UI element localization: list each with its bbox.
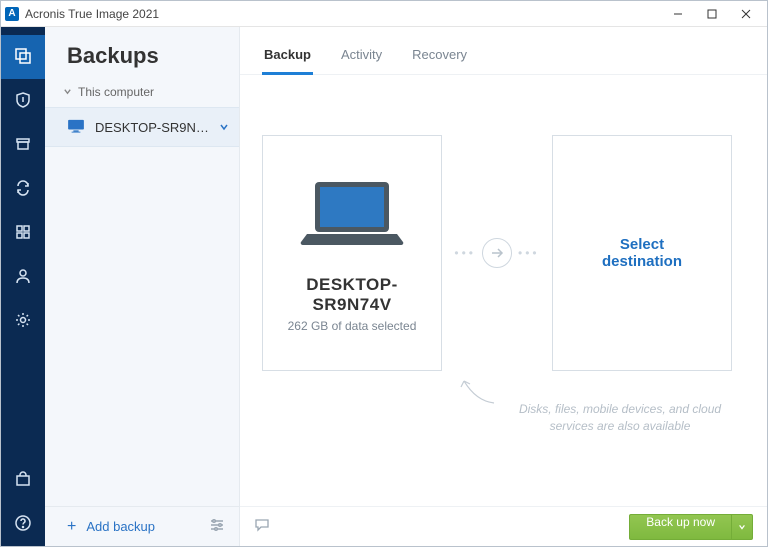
nav-archive[interactable]	[1, 123, 45, 167]
hint-arrow-icon	[456, 375, 496, 405]
titlebar: A Acronis True Image 2021	[1, 1, 767, 27]
arrow-right-icon	[482, 238, 512, 268]
backup-group-header[interactable]: This computer	[45, 81, 239, 107]
chat-icon	[254, 520, 270, 535]
backup-list-item[interactable]: DESKTOP-SR9N74V	[45, 107, 239, 147]
nav-help[interactable]	[1, 502, 45, 546]
maximize-button[interactable]	[695, 1, 729, 26]
bag-icon	[14, 470, 32, 491]
dest-line1: Select	[620, 236, 664, 253]
laptop-icon	[297, 174, 407, 257]
chevron-down-icon	[738, 519, 746, 534]
backup-now-dropdown[interactable]	[731, 514, 753, 540]
backup-source-card[interactable]: DESKTOP-SR9N74V 262 GB of data selected	[262, 135, 442, 371]
monitor-icon	[67, 119, 85, 136]
grid-icon	[14, 223, 32, 244]
backup-content: DESKTOP-SR9N74V 262 GB of data selected …	[240, 75, 767, 506]
shield-icon	[14, 91, 32, 112]
minimize-button[interactable]	[661, 1, 695, 26]
source-name: DESKTOP-SR9N74V	[273, 275, 431, 315]
tab-backup[interactable]: Backup	[262, 47, 313, 74]
source-subtitle: 262 GB of data selected	[288, 319, 417, 333]
footer-bar: Back up now	[240, 506, 767, 546]
help-icon	[14, 514, 32, 535]
tab-recovery[interactable]: Recovery	[410, 47, 469, 74]
tab-bar: Backup Activity Recovery	[240, 27, 767, 75]
dots-left-icon: •••	[454, 246, 476, 260]
backup-destination-card[interactable]: Select destination	[552, 135, 732, 371]
nav-rail	[1, 27, 45, 546]
app-logo-icon: A	[5, 7, 19, 21]
feedback-button[interactable]	[254, 518, 270, 535]
sync-icon	[14, 179, 32, 200]
window-title: Acronis True Image 2021	[25, 7, 159, 21]
nav-account[interactable]	[1, 255, 45, 299]
main-panel: Backup Activity Recovery	[240, 27, 767, 546]
chevron-down-icon[interactable]	[219, 120, 229, 135]
backup-item-name: DESKTOP-SR9N74V	[95, 120, 209, 135]
sliders-icon	[209, 520, 225, 535]
nav-sync[interactable]	[1, 167, 45, 211]
backup-sidebar: Backups This computer DESKTOP-SR9N74V +	[45, 27, 240, 546]
nav-protection[interactable]	[1, 79, 45, 123]
add-backup-button[interactable]: Add backup	[86, 519, 155, 534]
add-backup-bar: + Add backup	[45, 506, 239, 546]
sidebar-heading: Backups	[45, 27, 239, 81]
close-button[interactable]	[729, 1, 763, 26]
plus-icon: +	[67, 519, 76, 535]
backup-now-button[interactable]: Back up now	[629, 514, 731, 540]
nav-backup[interactable]	[1, 35, 45, 79]
nav-store[interactable]	[1, 458, 45, 502]
flow-arrow: ••• •••	[442, 238, 552, 268]
nav-tools[interactable]	[1, 211, 45, 255]
person-icon	[14, 267, 32, 288]
gear-icon	[14, 311, 32, 332]
hint-text: Disks, files, mobile devices, and cloud …	[500, 401, 740, 435]
group-label: This computer	[78, 85, 154, 99]
backup-now-button-group: Back up now	[629, 514, 753, 540]
archive-icon	[14, 135, 32, 156]
sidebar-settings-button[interactable]	[209, 518, 225, 535]
tab-activity[interactable]: Activity	[339, 47, 384, 74]
app-window: A Acronis True Image 2021	[0, 0, 768, 547]
stack-icon	[14, 47, 32, 68]
chevron-down-icon	[63, 85, 72, 99]
dest-line2: destination	[602, 253, 682, 270]
nav-settings[interactable]	[1, 299, 45, 343]
dots-right-icon: •••	[518, 246, 540, 260]
